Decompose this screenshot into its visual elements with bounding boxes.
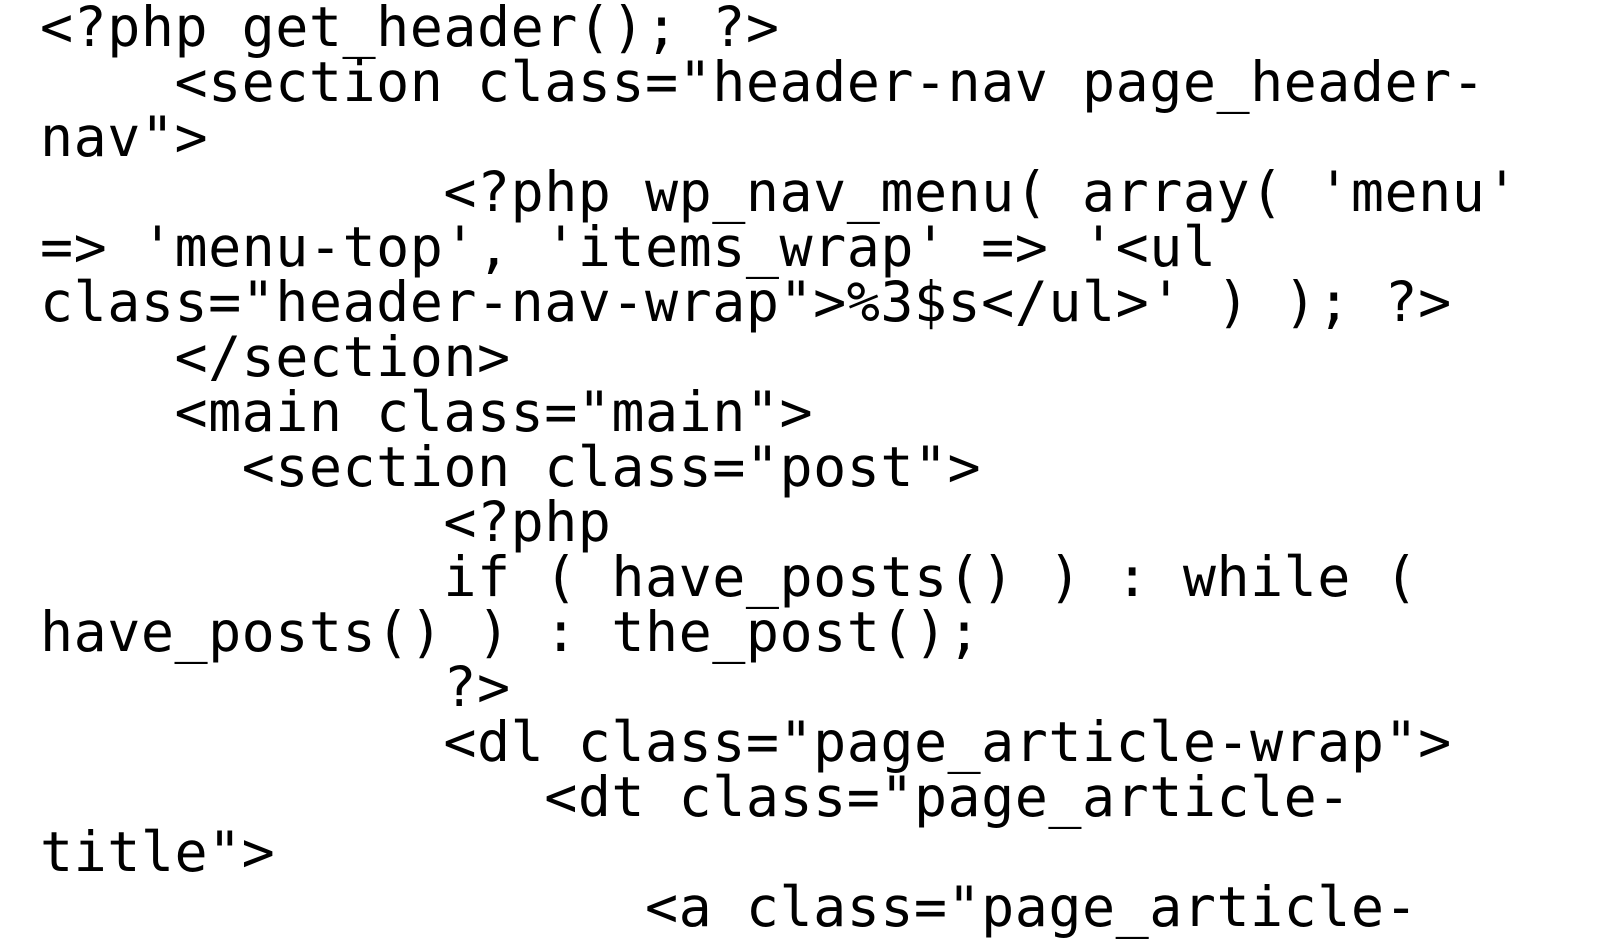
code-line: <?php wp_nav_menu( array( 'menu' => 'men…	[40, 160, 1553, 334]
code-block: <?php get_header(); ?> <section class="h…	[0, 0, 1600, 935]
code-line: <section class="header-nav page_header-n…	[40, 50, 1485, 169]
code-line: <dt class="page_article-title">	[40, 765, 1351, 884]
code-line: if ( have_posts() ) : while ( have_posts…	[40, 545, 1452, 664]
code-line: <a class="page_article-	[40, 875, 1418, 939]
